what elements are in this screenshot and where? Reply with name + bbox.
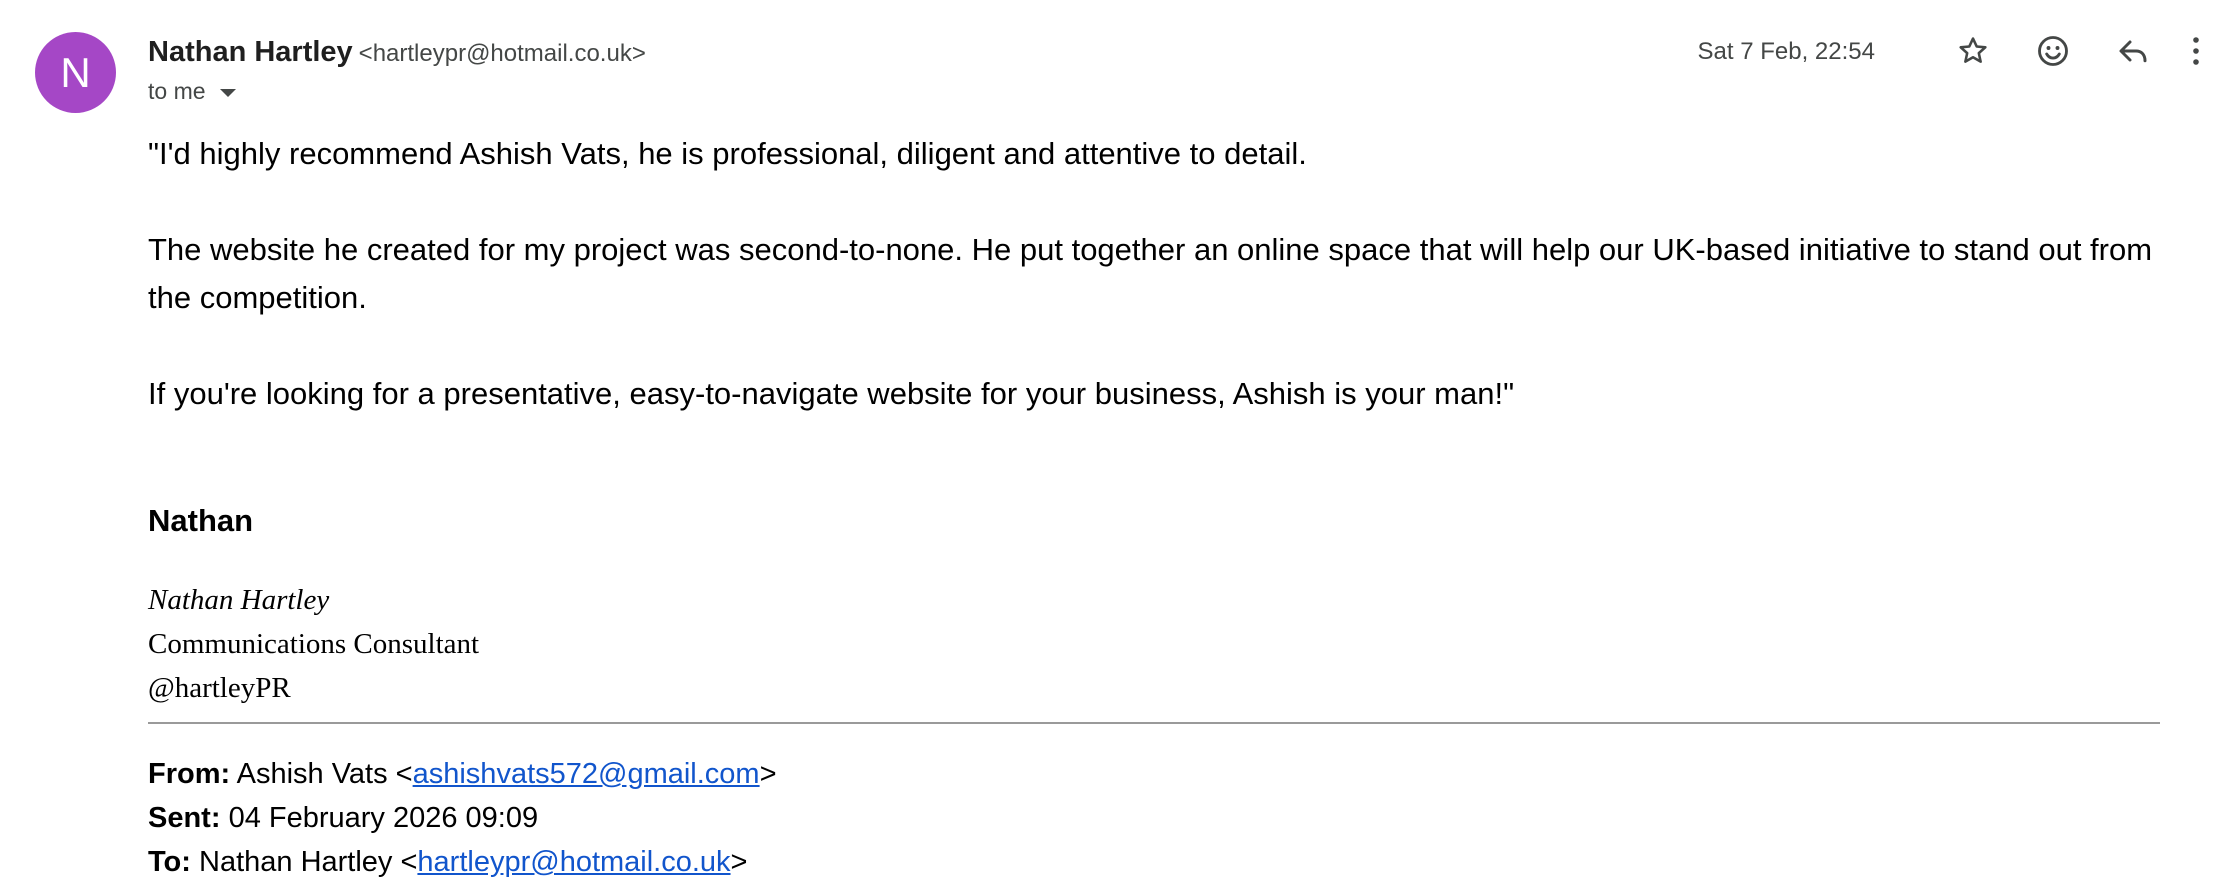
quoted-to-line: To: Nathan Hartley <hartleypr@hotmail.co… — [148, 840, 777, 884]
quoted-sent-line: Sent: 04 February 2026 09:09 — [148, 796, 777, 840]
quoted-header: From: Ashish Vats <ashishvats572@gmail.c… — [148, 752, 777, 884]
body-paragraph-1: "I'd highly recommend Ashish Vats, he is… — [148, 136, 1307, 171]
quoted-from-label: From: — [148, 758, 231, 790]
signature-title: Communications Consultant — [148, 628, 480, 660]
body-paragraph-3: If you're looking for a presentative, ea… — [148, 376, 1515, 411]
star-button[interactable] — [1950, 28, 1996, 74]
sender-email: <hartleypr@hotmail.co.uk> — [358, 40, 646, 67]
quoted-to-email-link[interactable]: hartleypr@hotmail.co.uk — [417, 846, 730, 878]
signature-handle: @hartleyPR — [148, 672, 291, 704]
star-icon — [1959, 37, 1987, 63]
reply-icon — [2119, 40, 2147, 63]
signature-block: Nathan Hartley Communications Consultant… — [148, 578, 479, 710]
quoted-from-line: From: Ashish Vats <ashishvats572@gmail.c… — [148, 752, 777, 796]
signoff-name: Nathan — [148, 503, 254, 538]
quoted-to-label: To: — [148, 846, 191, 878]
quoted-sent-value: 04 February 2026 09:09 — [228, 802, 539, 834]
quote-divider — [148, 722, 2160, 724]
sender-line: Nathan Hartley <hartleypr@hotmail.co.uk> — [148, 34, 646, 75]
recipient-label: to me — [148, 78, 206, 104]
quoted-sent-label: Sent: — [148, 802, 221, 834]
caret-down-icon[interactable] — [219, 88, 236, 97]
body-paragraph-2: The website he created for my project wa… — [148, 232, 2153, 315]
quoted-from-name: Ashish Vats < — [236, 758, 413, 790]
sender-avatar[interactable]: N — [35, 32, 116, 113]
quoted-from-close: > — [759, 758, 777, 790]
emoji-icon — [2038, 36, 2068, 66]
quoted-to-close: > — [730, 846, 748, 878]
message-body: "I'd highly recommend Ashish Vats, he is… — [148, 130, 2168, 418]
sender-name[interactable]: Nathan Hartley — [148, 36, 353, 68]
quoted-to-name: Nathan Hartley < — [199, 846, 418, 878]
recipient-details-toggle[interactable]: to me — [148, 78, 236, 105]
signature-full-name: Nathan Hartley — [148, 584, 330, 616]
more-options-button[interactable] — [2176, 28, 2216, 74]
more-vert-icon — [2193, 37, 2199, 65]
reply-button[interactable] — [2110, 28, 2156, 74]
message-timestamp: Sat 7 Feb, 22:54 — [1697, 38, 1875, 65]
add-reaction-button[interactable] — [2030, 28, 2076, 74]
quoted-from-email-link[interactable]: ashishvats572@gmail.com — [413, 758, 760, 790]
